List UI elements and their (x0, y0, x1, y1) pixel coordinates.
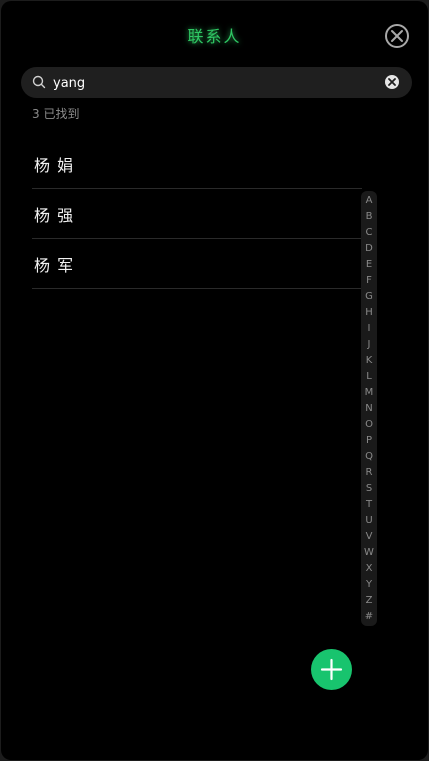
close-button[interactable] (385, 24, 409, 48)
add-contact-button[interactable] (311, 649, 352, 690)
contact-name: 杨 军 (34, 255, 75, 275)
index-letter-y[interactable]: Y (361, 577, 377, 593)
index-letter-v[interactable]: V (361, 529, 377, 545)
contacts-window: 联系人 3 已找到 杨 娟 杨 强 杨 军 A (1, 1, 428, 760)
index-letter-h[interactable]: H (361, 305, 377, 321)
index-letter-r[interactable]: R (361, 465, 377, 481)
result-count: 3 已找到 (32, 107, 80, 121)
index-letter-b[interactable]: B (361, 209, 377, 225)
close-icon (391, 30, 403, 42)
index-letter-o[interactable]: O (361, 417, 377, 433)
index-letter-f[interactable]: F (361, 273, 377, 289)
index-letter-a[interactable]: A (361, 193, 377, 209)
search-bar[interactable] (21, 67, 412, 98)
index-letter-p[interactable]: P (361, 433, 377, 449)
index-letter-j[interactable]: J (361, 337, 377, 353)
index-letter-s[interactable]: S (361, 481, 377, 497)
index-letter-e[interactable]: E (361, 257, 377, 273)
index-letter-k[interactable]: K (361, 353, 377, 369)
clear-icon (388, 78, 396, 86)
contact-item[interactable]: 杨 军 (32, 239, 362, 289)
index-letter-l[interactable]: L (361, 369, 377, 385)
index-letter-u[interactable]: U (361, 513, 377, 529)
index-letter-t[interactable]: T (361, 497, 377, 513)
index-letter-w[interactable]: W (361, 545, 377, 561)
alphabet-index[interactable]: A B C D E F G H I J K L M N O P Q R S T … (361, 191, 377, 626)
contact-list: 杨 娟 杨 强 杨 军 (32, 139, 362, 289)
clear-search-button[interactable] (385, 75, 399, 89)
index-letter-z[interactable]: Z (361, 593, 377, 609)
search-icon (32, 75, 46, 89)
contact-item[interactable]: 杨 娟 (32, 139, 362, 189)
index-letter-d[interactable]: D (361, 241, 377, 257)
index-letter-i[interactable]: I (361, 321, 377, 337)
page-title: 联系人 (187, 27, 242, 46)
plus-icon (320, 658, 343, 681)
index-letter-q[interactable]: Q (361, 449, 377, 465)
search-input[interactable] (53, 73, 373, 93)
contact-item[interactable]: 杨 强 (32, 189, 362, 239)
index-letter-m[interactable]: M (361, 385, 377, 401)
index-letter-g[interactable]: G (361, 289, 377, 305)
index-letter-c[interactable]: C (361, 225, 377, 241)
contact-name: 杨 娟 (34, 155, 75, 175)
index-letter-x[interactable]: X (361, 561, 377, 577)
index-letter-hash[interactable]: # (361, 609, 377, 625)
contact-name: 杨 强 (34, 205, 75, 225)
index-letter-n[interactable]: N (361, 401, 377, 417)
